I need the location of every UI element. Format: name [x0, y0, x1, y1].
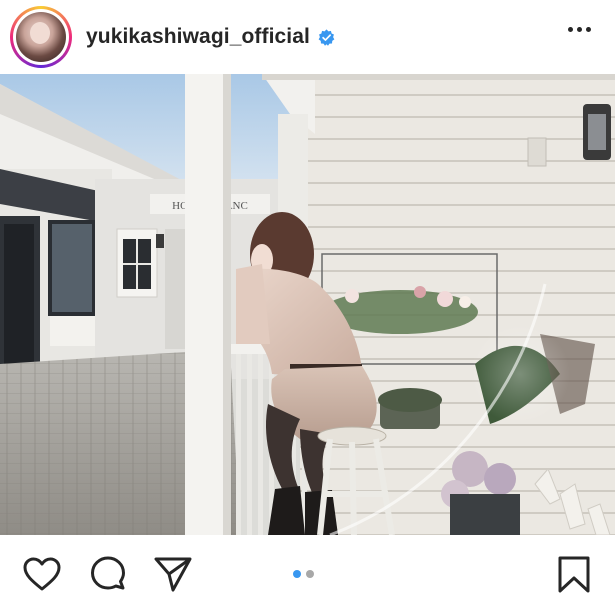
heart-icon[interactable]	[22, 555, 62, 595]
comment-icon[interactable]	[88, 555, 128, 595]
instagram-post: yukikashiwagi_official	[0, 0, 615, 599]
avatar[interactable]	[10, 6, 72, 68]
verified-badge-icon	[318, 28, 335, 46]
post-photo: HOTEL BLANC	[0, 74, 615, 535]
avatar-image	[16, 12, 66, 62]
carousel-dot-active	[293, 570, 301, 578]
post-actions	[0, 535, 615, 599]
more-options-icon[interactable]	[568, 27, 591, 32]
carousel-dot	[306, 570, 314, 578]
username[interactable]: yukikashiwagi_official	[86, 25, 310, 49]
send-icon[interactable]	[153, 555, 193, 595]
post-header: yukikashiwagi_official	[0, 0, 615, 74]
bookmark-icon[interactable]	[554, 555, 594, 595]
post-image[interactable]: HOTEL BLANC	[0, 74, 615, 535]
carousel-indicator	[293, 570, 314, 578]
